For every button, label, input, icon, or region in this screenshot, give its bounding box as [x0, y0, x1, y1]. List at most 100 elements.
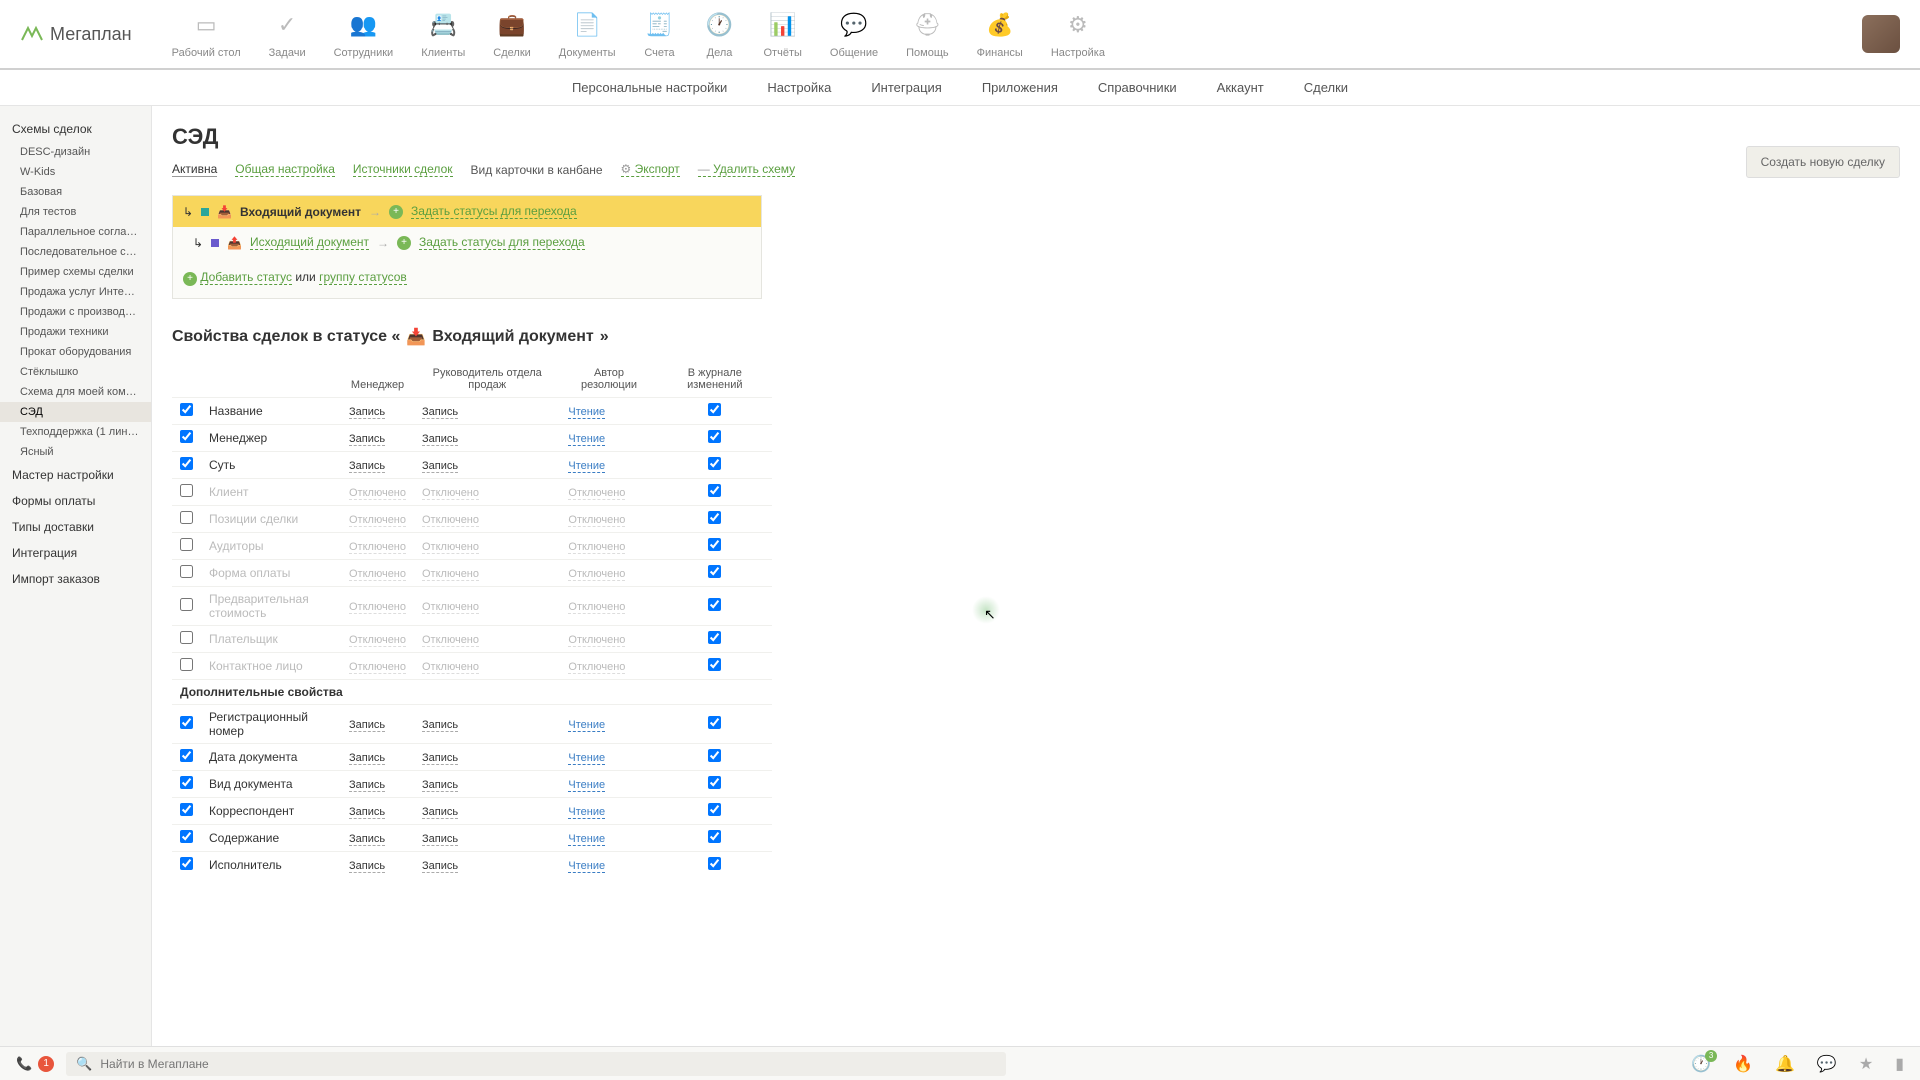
sidebar-section[interactable]: Формы оплаты [0, 488, 151, 514]
perm-link[interactable]: Отключено [568, 661, 625, 674]
plus-icon[interactable]: + [397, 236, 411, 250]
perm-link[interactable]: Запись [422, 779, 458, 792]
perm-link[interactable]: Отключено [568, 568, 625, 581]
sidebar-item[interactable]: Схема для моей компании [0, 382, 151, 402]
plus-icon[interactable]: + [389, 205, 403, 219]
perm-link[interactable]: Запись [349, 806, 385, 819]
sidebar-section[interactable]: Мастер настройки [0, 462, 151, 488]
bell-icon[interactable]: 🔔 [1775, 1054, 1795, 1074]
log-checkbox[interactable] [708, 749, 721, 762]
perm-link[interactable]: Запись [349, 860, 385, 873]
perm-link[interactable]: Чтение [568, 860, 605, 873]
log-checkbox[interactable] [708, 631, 721, 644]
perm-link[interactable]: Запись [422, 806, 458, 819]
nav-Задачи[interactable]: ✓Задачи [269, 9, 306, 59]
row-checkbox[interactable] [180, 830, 193, 843]
sidebar-item[interactable]: Параллельное согласование [0, 222, 151, 242]
sidebar-item[interactable]: Продажа услуг Интернет-аге... [0, 282, 151, 302]
clock-icon[interactable]: 🕐3 [1691, 1054, 1711, 1074]
nav-Настройка[interactable]: ⚙Настройка [1051, 9, 1105, 59]
row-checkbox[interactable] [180, 430, 193, 443]
perm-link[interactable]: Чтение [568, 719, 605, 732]
row-checkbox[interactable] [180, 749, 193, 762]
row-checkbox[interactable] [180, 538, 193, 551]
nav-Сделки[interactable]: 💼Сделки [493, 9, 531, 59]
perm-link[interactable]: Отключено [568, 541, 625, 554]
nav-Финансы[interactable]: 💰Финансы [977, 9, 1023, 59]
nav-Отчёты[interactable]: 📊Отчёты [764, 9, 802, 59]
nav-Дела[interactable]: 🕐Дела [704, 9, 736, 59]
log-checkbox[interactable] [708, 430, 721, 443]
chat-icon[interactable]: 💬 [1817, 1054, 1837, 1074]
global-search[interactable]: 🔍 [66, 1052, 1006, 1076]
set-transition-link[interactable]: Задать статусы для перехода [419, 235, 585, 250]
perm-link[interactable]: Запись [422, 833, 458, 846]
sidebar-item[interactable]: Прокат оборудования [0, 342, 151, 362]
perm-link[interactable]: Запись [349, 752, 385, 765]
perm-link[interactable]: Отключено [568, 514, 625, 527]
sidebar-item[interactable]: Базовая [0, 182, 151, 202]
row-checkbox[interactable] [180, 511, 193, 524]
row-checkbox[interactable] [180, 631, 193, 644]
perm-link[interactable]: Отключено [422, 661, 479, 674]
perm-link[interactable]: Отключено [349, 487, 406, 500]
log-checkbox[interactable] [708, 598, 721, 611]
perm-link[interactable]: Отключено [422, 541, 479, 554]
sidebar-item[interactable]: W-Kids [0, 162, 151, 182]
log-checkbox[interactable] [708, 803, 721, 816]
row-checkbox[interactable] [180, 598, 193, 611]
perm-link[interactable]: Отключено [568, 601, 625, 614]
star-icon[interactable]: ★ [1859, 1054, 1873, 1074]
sidebar-item[interactable]: Продажи техники [0, 322, 151, 342]
row-checkbox[interactable] [180, 658, 193, 671]
perm-link[interactable]: Отключено [422, 487, 479, 500]
perm-link[interactable]: Отключено [422, 601, 479, 614]
perm-link[interactable]: Запись [422, 860, 458, 873]
sidebar-item[interactable]: Стёклышко [0, 362, 151, 382]
subnav-Приложения[interactable]: Приложения [982, 80, 1058, 95]
tab-export[interactable]: Экспорт [621, 162, 680, 177]
tab-sources[interactable]: Источники сделок [353, 162, 453, 177]
perm-link[interactable]: Чтение [568, 406, 605, 419]
perm-link[interactable]: Чтение [568, 460, 605, 473]
perm-link[interactable]: Чтение [568, 752, 605, 765]
subnav-Настройка[interactable]: Настройка [767, 80, 831, 95]
subnav-Сделки[interactable]: Сделки [1304, 80, 1348, 95]
perm-link[interactable]: Запись [422, 752, 458, 765]
nav-Клиенты[interactable]: 📇Клиенты [421, 9, 465, 59]
sidebar-section[interactable]: Импорт заказов [0, 566, 151, 592]
row-checkbox[interactable] [180, 565, 193, 578]
tree-toggle-icon[interactable]: ↳ [183, 205, 193, 219]
row-checkbox[interactable] [180, 457, 193, 470]
perm-link[interactable]: Отключено [349, 514, 406, 527]
perm-link[interactable]: Запись [349, 833, 385, 846]
sidebar-section[interactable]: Типы доставки [0, 514, 151, 540]
tab-general[interactable]: Общая настройка [235, 162, 335, 177]
sidebar-item[interactable]: Пример схемы сделки [0, 262, 151, 282]
perm-link[interactable]: Отключено [422, 634, 479, 647]
logo[interactable]: Мегаплан [20, 22, 132, 46]
plus-icon[interactable]: + [183, 272, 197, 286]
log-checkbox[interactable] [708, 538, 721, 551]
perm-link[interactable]: Отключено [349, 601, 406, 614]
perm-link[interactable]: Отключено [422, 514, 479, 527]
log-checkbox[interactable] [708, 716, 721, 729]
sidebar-item[interactable]: Для тестов [0, 202, 151, 222]
log-checkbox[interactable] [708, 511, 721, 524]
perm-link[interactable]: Запись [349, 406, 385, 419]
log-checkbox[interactable] [708, 457, 721, 470]
nav-Документы[interactable]: 📄Документы [559, 9, 616, 59]
tab-active[interactable]: Активна [172, 162, 217, 177]
perm-link[interactable]: Запись [422, 406, 458, 419]
status-incoming-row[interactable]: ↳ 📥 Входящий документ → + Задать статусы… [173, 196, 761, 227]
tab-delete[interactable]: Удалить схему [698, 162, 795, 177]
perm-link[interactable]: Чтение [568, 806, 605, 819]
perm-link[interactable]: Отключено [349, 541, 406, 554]
perm-link[interactable]: Запись [422, 719, 458, 732]
sidebar-item[interactable]: Техподдержка (1 линия) [0, 422, 151, 442]
sidebar-item[interactable]: Ясный [0, 442, 151, 462]
status-outgoing-row[interactable]: ↳ 📤 Исходящий документ → + Задать статус… [173, 227, 761, 258]
row-checkbox[interactable] [180, 803, 193, 816]
sidebar-section[interactable]: Схемы сделок [0, 116, 151, 142]
nav-Общение[interactable]: 💬Общение [830, 9, 878, 59]
